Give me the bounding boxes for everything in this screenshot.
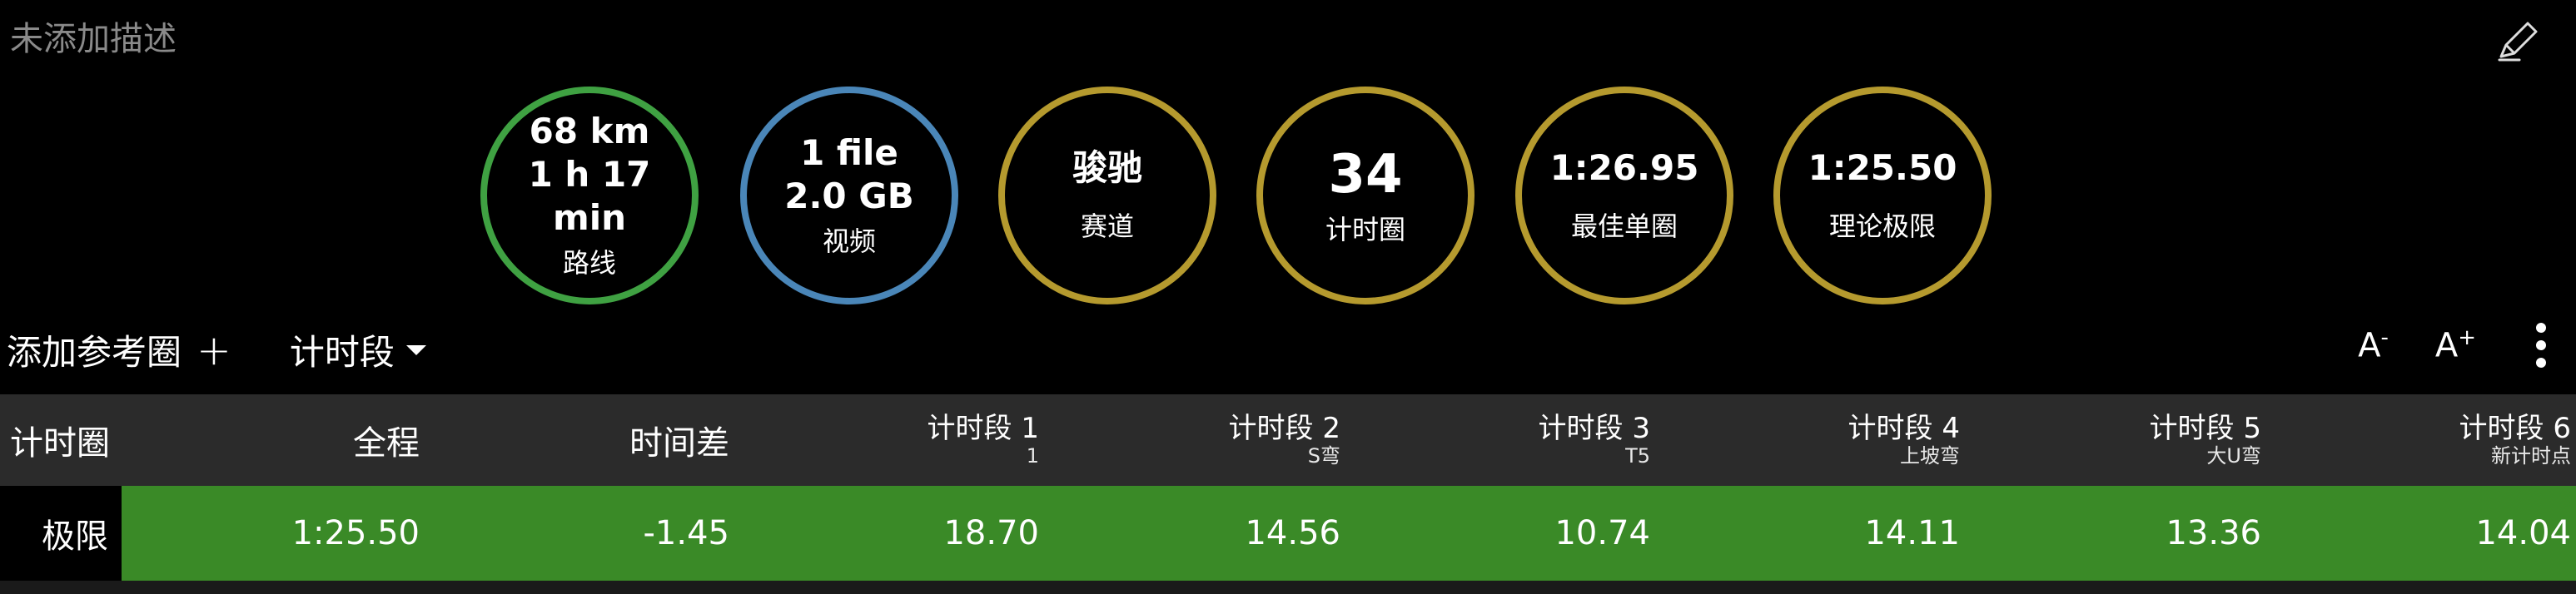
header-segment-3-name: 计时段 3	[1538, 412, 1650, 445]
font-decrease-sign: -	[2380, 325, 2389, 351]
stat-video-label: 视频	[822, 225, 876, 257]
font-decrease-button[interactable]: A-	[2358, 325, 2389, 364]
stat-theoretical-best-time: 1:25.50	[1808, 147, 1957, 188]
stat-video-files: 1 file	[800, 132, 898, 173]
segment-dropdown-label: 计时段	[289, 332, 395, 373]
stat-best-lap[interactable]: 1:26.95 最佳单圈	[1515, 87, 1733, 304]
plus-icon: +	[196, 325, 231, 374]
stat-theoretical-best-label: 理论极限	[1828, 210, 1936, 242]
stat-theoretical-best[interactable]: 1:25.50 理论极限	[1773, 87, 1992, 304]
stat-route[interactable]: 68 km 1 h 17 min 路线	[480, 87, 699, 304]
header-segment-4-sub: 上坡弯	[1900, 444, 1960, 468]
pencil-icon[interactable]	[2494, 17, 2543, 65]
header-segment-3-sub: T5	[1625, 444, 1650, 468]
stat-track-label: 赛道	[1080, 210, 1134, 242]
row-segment-5-text: 13.36	[2166, 514, 2261, 552]
header-segment-6[interactable]: 计时段 6 新计时点	[2459, 394, 2571, 486]
row-segment-4-text: 14.11	[1864, 514, 1960, 552]
stat-route-distance: 68 km	[529, 111, 650, 151]
row-segment-6: 14.04	[2475, 486, 2571, 581]
stat-route-label: 路线	[562, 247, 616, 279]
row-segment-1: 18.70	[943, 486, 1039, 581]
caret-down-icon	[405, 344, 426, 355]
header-segment-1-name: 计时段 1	[927, 412, 1039, 445]
stat-laps[interactable]: 34 计时圈	[1256, 87, 1474, 304]
font-decrease-letter: A	[2358, 326, 2381, 365]
header-lap[interactable]: 计时圈	[10, 394, 110, 486]
table-header-row: 计时圈 全程 时间差 计时段 1 1 计时段 2 S弯 计时段 3 T5 计时段…	[0, 394, 2576, 486]
row-delta-text: -1.45	[643, 514, 730, 552]
header-segment-5-name: 计时段 5	[2149, 412, 2261, 445]
header-segment-2[interactable]: 计时段 2 S弯	[1229, 394, 1340, 486]
header-segment-4-name: 计时段 4	[1847, 412, 1960, 445]
header-segment-4[interactable]: 计时段 4 上坡弯	[1848, 394, 1960, 486]
row-segment-3-text: 10.74	[1554, 514, 1650, 552]
header-segment-5-sub: 大U弯	[2206, 444, 2261, 468]
description-text[interactable]: 未添加描述	[10, 12, 177, 60]
header-segment-3[interactable]: 计时段 3 T5	[1539, 394, 1650, 486]
stat-laps-count: 34	[1328, 144, 1403, 205]
header-lap-label: 计时圈	[10, 424, 110, 463]
row-lap-name: 极限	[42, 486, 108, 581]
stat-track-name: 骏驰	[1072, 147, 1142, 188]
row-segment-4: 14.11	[1864, 486, 1960, 581]
next-row-edge	[0, 581, 2576, 594]
add-reference-lap-label: 添加参考圈	[7, 332, 182, 373]
table-toolbar: 添加参考圈 + 计时段	[7, 324, 426, 375]
row-segment-1-text: 18.70	[943, 514, 1039, 552]
row-full-time-text: 1:25.50	[291, 514, 420, 552]
font-increase-sign: +	[2458, 325, 2476, 351]
stat-route-duration: 1 h 17 min	[528, 154, 651, 238]
stat-video-size: 2.0 GB	[784, 176, 914, 216]
row-lap-name-text: 极限	[42, 517, 108, 556]
table-row[interactable]: 极限 1:25.50 -1.45 18.70 14.56 10.74 14.11…	[0, 486, 2576, 581]
row-segment-3: 10.74	[1554, 486, 1650, 581]
header-segment-5[interactable]: 计时段 5 大U弯	[2150, 394, 2261, 486]
header-segment-2-name: 计时段 2	[1228, 412, 1340, 445]
stat-track[interactable]: 骏驰 赛道	[998, 87, 1216, 304]
font-increase-button[interactable]: A+	[2435, 325, 2476, 364]
stat-best-lap-label: 最佳单圈	[1570, 210, 1678, 242]
lap-table: 计时圈 全程 时间差 计时段 1 1 计时段 2 S弯 计时段 3 T5 计时段…	[0, 394, 2576, 581]
row-full-time: 1:25.50	[292, 486, 420, 581]
header-segment-6-name: 计时段 6	[2459, 412, 2571, 445]
header-full[interactable]: 全程	[353, 394, 420, 486]
header-delta[interactable]: 时间差	[629, 394, 729, 486]
header-segment-6-sub: 新计时点	[2491, 444, 2571, 468]
header-segment-1-sub: 1	[1026, 444, 1039, 468]
header-segment-2-sub: S弯	[1307, 444, 1340, 468]
add-reference-lap-button[interactable]: 添加参考圈 +	[7, 324, 231, 375]
view-controls: A- A+	[2311, 323, 2546, 368]
row-segment-5: 13.36	[2166, 486, 2261, 581]
row-delta: -1.45	[644, 486, 730, 581]
row-segment-6-text: 14.04	[2475, 514, 2571, 552]
header-segment-1[interactable]: 计时段 1 1	[927, 394, 1039, 486]
row-segment-2-text: 14.56	[1245, 514, 1340, 552]
stat-laps-label: 计时圈	[1325, 214, 1405, 245]
header-full-label: 全程	[353, 424, 420, 463]
header-delta-label: 时间差	[629, 424, 729, 463]
row-segment-2: 14.56	[1245, 486, 1340, 581]
stat-best-lap-time: 1:26.95	[1549, 147, 1699, 188]
font-increase-letter: A	[2434, 326, 2459, 365]
segment-dropdown[interactable]: 计时段	[290, 324, 426, 375]
stat-video[interactable]: 1 file 2.0 GB 视频	[740, 87, 958, 304]
more-vertical-icon[interactable]	[2536, 323, 2546, 368]
